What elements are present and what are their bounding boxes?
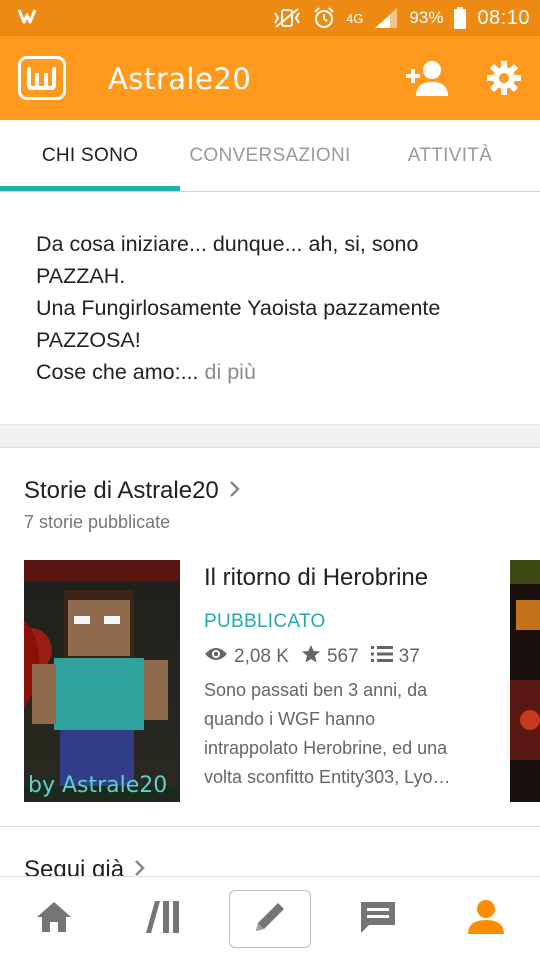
eye-icon bbox=[204, 646, 228, 668]
parts-count: 37 bbox=[398, 646, 420, 667]
messages-icon bbox=[359, 899, 397, 940]
clock: 08:10 bbox=[477, 6, 530, 29]
bottom-navigation bbox=[0, 876, 540, 960]
reads-stat: 2,08 K bbox=[204, 646, 289, 668]
description-line: Sono passati ben 3 anni, da bbox=[204, 680, 428, 700]
library-icon bbox=[143, 899, 181, 940]
bio-line: PAZZAH. bbox=[36, 264, 126, 288]
story-stats: 2,08 K 567 37 bbox=[204, 644, 432, 670]
nav-profile[interactable] bbox=[432, 877, 540, 960]
story-cover[interactable]: by Astrale20 bbox=[24, 560, 180, 802]
bio-line: PAZZOSA! bbox=[36, 328, 141, 352]
read-more-link[interactable]: di più bbox=[199, 360, 256, 384]
alarm-icon bbox=[312, 6, 336, 30]
cover-caption: by Astrale20 bbox=[28, 773, 167, 798]
bio-line: Da cosa iniziare... dunque... ah, si, so… bbox=[36, 232, 419, 256]
profile-icon bbox=[466, 898, 506, 941]
profile-bio[interactable]: Da cosa iniziare... dunque... ah, si, so… bbox=[36, 228, 506, 388]
home-icon bbox=[35, 900, 73, 939]
write-icon bbox=[252, 899, 288, 940]
write-button[interactable] bbox=[229, 890, 311, 948]
signal-icon bbox=[373, 6, 399, 30]
nav-home[interactable] bbox=[0, 877, 108, 960]
battery-icon bbox=[453, 6, 467, 30]
bio-line: Una Fungirlosamente Yaoista pazzamente bbox=[36, 296, 441, 320]
star-icon bbox=[301, 644, 321, 670]
votes-count: 567 bbox=[326, 646, 359, 667]
wattpad-notification-icon bbox=[16, 6, 38, 33]
profile-username: Astrale20 bbox=[108, 62, 252, 96]
stories-section-header[interactable]: Storie di Astrale20 bbox=[24, 477, 241, 505]
bio-line-last: Cose che amo:... di più bbox=[36, 356, 506, 388]
nav-library[interactable] bbox=[108, 877, 216, 960]
tab-attivita[interactable]: ATTIVITÀ bbox=[360, 120, 540, 192]
votes-stat: 567 bbox=[301, 644, 359, 670]
battery-percent: 93% bbox=[409, 8, 444, 27]
stories-section-title: Storie di Astrale20 bbox=[24, 477, 219, 504]
vibrate-icon bbox=[272, 7, 302, 29]
description-line: quando i WGF hanno bbox=[204, 709, 376, 729]
description-line: intrappolato Herobrine, ed una bbox=[204, 738, 448, 758]
story-description: Sono passati ben 3 anni, da quando i WGF… bbox=[204, 676, 484, 792]
bio-line: Cose che amo:... bbox=[36, 360, 199, 384]
active-tab-indicator bbox=[0, 186, 180, 191]
tab-conversazioni[interactable]: CONVERSAZIONI bbox=[180, 120, 360, 192]
reads-count: 2,08 K bbox=[234, 646, 289, 667]
tab-chi-sono[interactable]: CHI SONO bbox=[0, 120, 180, 192]
description-line: volta sconfitto Entity303, Lyo… bbox=[204, 767, 451, 787]
parts-stat: 37 bbox=[370, 645, 420, 669]
wattpad-logo[interactable] bbox=[18, 56, 66, 100]
section-separator bbox=[0, 424, 540, 448]
story-title[interactable]: Il ritorno di Herobrine bbox=[204, 564, 428, 592]
gear-icon[interactable] bbox=[484, 58, 524, 103]
nav-messages[interactable] bbox=[324, 877, 432, 960]
add-user-icon[interactable] bbox=[404, 58, 450, 103]
status-bar: 4G 93% 08:10 bbox=[0, 0, 540, 36]
story-status-badge: PUBBLICATO bbox=[204, 611, 326, 632]
nav-write[interactable] bbox=[216, 877, 324, 960]
next-story-cover[interactable] bbox=[510, 560, 540, 802]
stories-count: 7 storie pubblicate bbox=[24, 512, 171, 532]
app-bar: Astrale20 bbox=[0, 36, 540, 120]
network-type-label: 4G bbox=[346, 10, 364, 26]
chevron-right-icon bbox=[229, 477, 241, 505]
list-icon bbox=[370, 645, 393, 669]
profile-tabs: CHI SONO CONVERSAZIONI ATTIVITÀ bbox=[0, 120, 540, 192]
section-divider bbox=[0, 826, 540, 827]
